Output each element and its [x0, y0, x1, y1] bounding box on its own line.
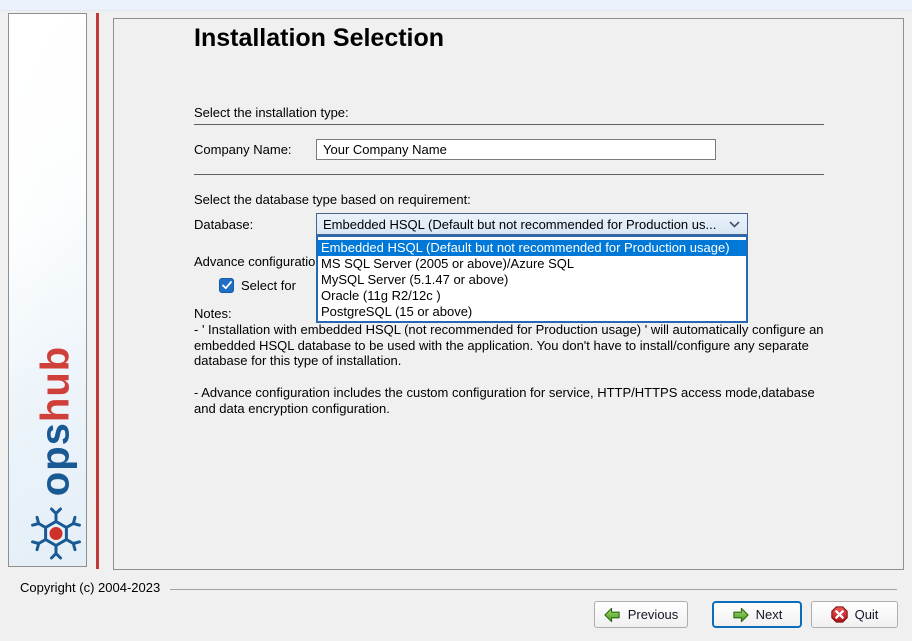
- page-title: Installation Selection: [194, 24, 444, 53]
- next-button-label: Next: [756, 607, 783, 622]
- note-embedded-hsql: - ' Installation with embedded HSQL (not…: [194, 322, 834, 369]
- database-selected-value: Embedded HSQL (Default but not recommend…: [323, 217, 716, 232]
- separator-line: [194, 174, 824, 175]
- database-section-label: Select the database type based on requir…: [194, 192, 471, 208]
- footer-separator-line: [170, 589, 897, 590]
- sidebar-branding-panel: opshub: [8, 13, 87, 567]
- dropdown-option-postgresql[interactable]: PostgreSQL (15 or above): [318, 304, 746, 320]
- company-name-input[interactable]: [316, 139, 716, 160]
- quit-button[interactable]: Quit: [811, 601, 898, 628]
- dropdown-option-oracle[interactable]: Oracle (11g R2/12c ): [318, 288, 746, 304]
- arrow-right-icon: [732, 607, 749, 623]
- advance-config-checkbox[interactable]: [219, 278, 234, 293]
- red-accent-line: [96, 13, 99, 569]
- chevron-down-icon: [729, 221, 740, 228]
- database-label: Database:: [194, 217, 253, 233]
- dropdown-option-mssql[interactable]: MS SQL Server (2005 or above)/Azure SQL: [318, 256, 746, 272]
- company-name-label: Company Name:: [194, 142, 292, 158]
- previous-button-label: Previous: [628, 607, 679, 622]
- logo-text-hub: hub: [34, 346, 78, 422]
- copyright-text: Copyright (c) 2004-2023: [20, 580, 160, 595]
- installer-content-panel: Installation Selection Select the instal…: [113, 18, 904, 570]
- quit-x-icon: [831, 606, 848, 623]
- opshub-hub-icon: [28, 506, 84, 567]
- opshub-logo: opshub: [34, 346, 79, 496]
- dropdown-option-embedded-hsql[interactable]: Embedded HSQL (Default but not recommend…: [318, 240, 746, 256]
- advance-config-label: Advance configuration: [194, 254, 323, 270]
- quit-button-label: Quit: [855, 607, 879, 622]
- installation-type-label: Select the installation type:: [194, 105, 349, 121]
- separator-line: [194, 124, 824, 125]
- notes-label: Notes:: [194, 306, 232, 322]
- note-advance-config: - Advance configuration includes the cus…: [194, 385, 834, 416]
- dropdown-option-mysql[interactable]: MySQL Server (5.1.47 or above): [318, 272, 746, 288]
- database-dropdown-list: Embedded HSQL (Default but not recommend…: [316, 235, 748, 323]
- window-top-strip: [0, 0, 912, 11]
- database-select[interactable]: Embedded HSQL (Default but not recommend…: [316, 213, 748, 235]
- arrow-left-icon: [604, 607, 621, 623]
- advance-checkbox-label[interactable]: Select for: [241, 278, 296, 294]
- previous-button[interactable]: Previous: [594, 601, 688, 628]
- next-button[interactable]: Next: [712, 601, 802, 628]
- logo-text-ops: ops: [34, 422, 78, 496]
- checkmark-icon: [222, 281, 232, 290]
